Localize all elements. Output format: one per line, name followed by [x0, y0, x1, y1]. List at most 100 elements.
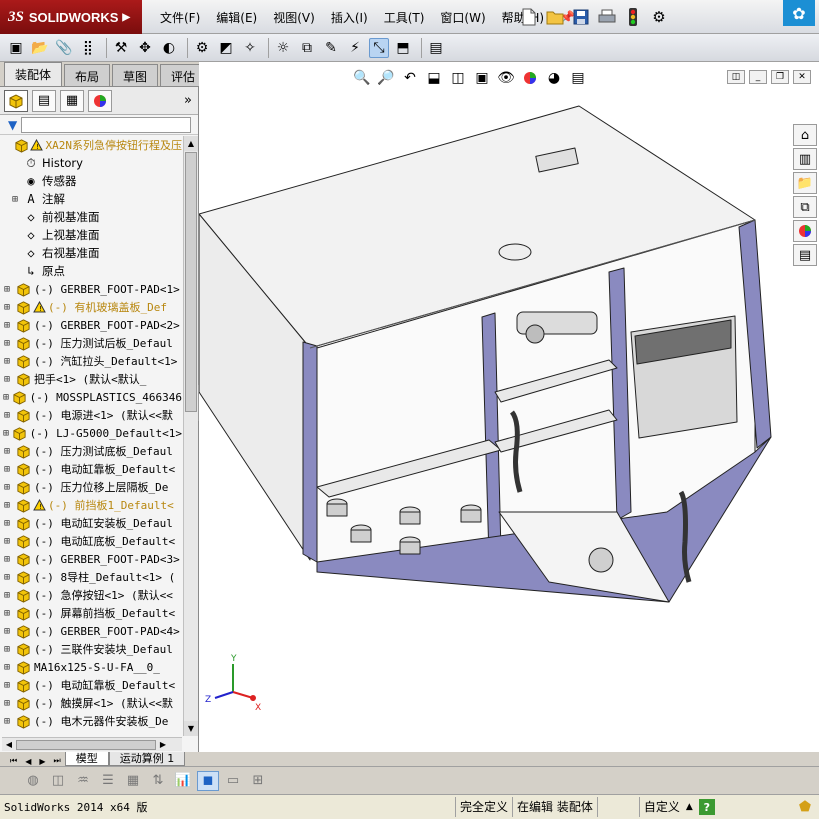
tree-item-component[interactable]: ⊞ (-) 电动缸底板_Default< — [0, 532, 182, 550]
assembly-model[interactable] — [199, 92, 789, 652]
scroll-right-arrow-icon[interactable]: ▶ — [156, 740, 170, 749]
update-speedpak-icon[interactable]: ⬒ — [393, 38, 413, 58]
display-style-icon[interactable]: ▣ — [471, 68, 493, 88]
expand-node-icon[interactable]: ⊞ — [0, 536, 14, 547]
grid-icon[interactable]: ▦ — [122, 771, 144, 791]
take-snapshot-icon[interactable]: ▤ — [426, 38, 446, 58]
cloud-app-icon[interactable]: ✿ — [783, 0, 815, 26]
expand-node-icon[interactable]: ⊞ — [0, 626, 14, 637]
interference-check-icon[interactable]: ⚡ — [345, 38, 365, 58]
hide-show-items-icon[interactable]: 👁 — [495, 68, 517, 88]
split-horizontal-icon[interactable]: ▭ — [222, 771, 244, 791]
expand-node-icon[interactable]: ⊞ — [0, 338, 14, 349]
scroll-thumb[interactable] — [185, 152, 197, 412]
custom-properties-icon[interactable]: ▤ — [793, 244, 817, 266]
apply-scene-icon[interactable]: ◕ — [543, 68, 565, 88]
tab-assembly[interactable]: 装配体 — [4, 62, 63, 86]
expand-node-icon[interactable]: ⊞ — [0, 662, 14, 673]
tab-nav-prev-icon[interactable]: ◀ — [21, 757, 35, 766]
sketch-relations-icon[interactable]: ⇅ — [147, 771, 169, 791]
status-units[interactable]: 自定义 — [638, 797, 684, 817]
expand-node-icon[interactable]: ⊞ — [0, 590, 14, 601]
tree-item-component[interactable]: ⊞ (-) 电动缸靠板_Default< — [0, 460, 182, 478]
expand-node-icon[interactable]: ⊞ — [0, 500, 14, 511]
tab-sketch[interactable]: 草图 — [112, 64, 159, 86]
options-gear-icon[interactable]: ⚙ — [648, 6, 670, 28]
tab-model[interactable]: 模型 — [64, 752, 109, 766]
expand-node-icon[interactable]: ⊞ — [0, 410, 14, 421]
show-hidden-icon[interactable]: ◐ — [159, 38, 179, 58]
expand-node-icon[interactable]: ⊞ — [0, 374, 14, 385]
tree-item-plane[interactable]: ◇ 右视基准面 — [0, 244, 182, 262]
open-folder-icon[interactable] — [544, 6, 566, 28]
tree-item-sensor[interactable]: ◉ 传感器 — [0, 172, 182, 190]
previous-view-icon[interactable]: ↶ — [399, 68, 421, 88]
tree-item-annotation[interactable]: ⊞ A 注解 — [0, 190, 182, 208]
tab-nav-next-icon[interactable]: ▶ — [35, 757, 49, 766]
zoom-to-area-icon[interactable]: 🔎 — [375, 68, 397, 88]
expand-node-icon[interactable]: ⊞ — [0, 608, 14, 619]
tab-motion-study-1[interactable]: 运动算例 1 — [108, 752, 186, 766]
rebuild-traffic-light-icon[interactable] — [622, 6, 644, 28]
split-quad-icon[interactable]: ⊞ — [247, 771, 269, 791]
exploded-view-icon[interactable]: ⧉ — [297, 38, 317, 58]
draft-quality-icon[interactable]: ♒ — [72, 771, 94, 791]
explode-line-sketch-icon[interactable]: ✎ — [321, 38, 341, 58]
tree-filter-input[interactable] — [21, 116, 192, 133]
scroll-up-arrow-icon[interactable]: ▲ — [184, 136, 198, 151]
view-settings-icon[interactable]: ▤ — [567, 68, 589, 88]
tree-item-component[interactable]: ⊞ (-) 汽缸拉头_Default<1> — [0, 352, 182, 370]
view-palette-icon[interactable]: ⧉ — [793, 196, 817, 218]
tree-item-component[interactable]: ⊞ (-) GERBER_FOOT-PAD<3> — [0, 550, 182, 568]
tree-item-component[interactable]: ⊞ (-) 压力位移上层隔板_De — [0, 478, 182, 496]
chart-icon[interactable]: 📊 — [172, 771, 194, 791]
tree-item-component[interactable]: ⊞ (-) 触摸屏<1> (默认<<默 — [0, 694, 182, 712]
edit-appearance-icon[interactable] — [519, 68, 541, 88]
tab-nav-first-icon[interactable]: ⏮ — [6, 756, 21, 766]
print-icon[interactable] — [596, 6, 618, 28]
tile-horizontal-icon[interactable]: ◫ — [727, 70, 745, 84]
tree-item-component[interactable]: ⊞ (-) 电动缸安装板_Defaul — [0, 514, 182, 532]
scroll-down-arrow-icon[interactable]: ▼ — [184, 721, 198, 736]
tree-item-component[interactable]: ⊞ (-) 急停按钮<1> (默认<< — [0, 586, 182, 604]
expand-node-icon[interactable]: ⊞ — [0, 482, 14, 493]
expand-node-icon[interactable]: ⊞ — [0, 518, 14, 529]
expand-node-icon[interactable]: ⊞ — [0, 554, 14, 565]
new-document-icon[interactable] — [518, 6, 540, 28]
tree-item-plane[interactable]: ◇ 前视基准面 — [0, 208, 182, 226]
view-orientation-icon[interactable]: ◫ — [447, 68, 469, 88]
tree-item-component[interactable]: ⊞ (-) 电木元器件安装板_De — [0, 712, 182, 730]
minimize-icon[interactable]: _ — [749, 70, 767, 84]
tree-item-component[interactable]: ⊞ (-) 屏幕前挡板_Default< — [0, 604, 182, 622]
tab-nav-last-icon[interactable]: ⏭ — [50, 756, 65, 766]
tree-item-component[interactable]: ⊞ (-) 电源进<1> (默认<<默 — [0, 406, 182, 424]
expand-node-icon[interactable]: ⊞ — [0, 446, 14, 457]
tree-vertical-scrollbar[interactable]: ▲ ▼ — [183, 136, 198, 736]
bill-of-materials-icon[interactable]: ☼ — [273, 38, 293, 58]
expand-panel-icon[interactable]: » — [184, 93, 192, 108]
hidden-lines-icon[interactable]: ◫ — [47, 771, 69, 791]
tree-item-history[interactable]: ⏱ History — [0, 154, 182, 172]
expand-node-icon[interactable]: ⊞ — [0, 572, 14, 583]
expand-node-icon[interactable]: ⊞ — [0, 284, 14, 295]
expand-node-icon[interactable]: ⊞ — [0, 428, 12, 439]
close-icon[interactable]: ✕ — [793, 70, 811, 84]
tree-item-component[interactable]: ⊞! (-) 有机玻璃盖板_Def — [0, 298, 182, 316]
tree-item-component[interactable]: ⊞ (-) GERBER_FOOT-PAD<4> — [0, 622, 182, 640]
menu-file[interactable]: 文件(F) — [152, 9, 208, 26]
tree-item-component[interactable]: ⊞ (-) LJ-G5000_Default<1> — [0, 424, 182, 442]
zoom-to-fit-icon[interactable]: 🔍 — [351, 68, 373, 88]
tree-item-component[interactable]: ⊞ MA16x125-S-U-FA__0_ — [0, 658, 182, 676]
menu-tools[interactable]: 工具(T) — [376, 9, 433, 26]
tree-item-component[interactable]: ⊞ (-) GERBER_FOOT-PAD<1> — [0, 280, 182, 298]
graphics-viewport[interactable]: 🔍 🔎 ↶ ⬓ ◫ ▣ 👁 ◕ ▤ ◫ _ ❐ ✕ ⌂ ▥ 📁 ⧉ ▤ Y X … — [199, 62, 819, 752]
display-manager-tab-icon[interactable] — [88, 89, 112, 112]
tree-root-assembly[interactable]: ! XA2N系列急停按钮行程及压 — [0, 136, 182, 154]
expand-node-icon[interactable]: ⊞ — [8, 194, 22, 205]
tree-item-component[interactable]: ⊞ (-) MOSSPLASTICS_466346 — [0, 388, 182, 406]
expand-node-icon[interactable]: ⊞ — [0, 302, 14, 313]
property-manager-tab-icon[interactable]: ▤ — [32, 89, 56, 112]
reference-geometry-icon[interactable]: ◩ — [216, 38, 236, 58]
insert-component-icon[interactable]: ▣ — [6, 38, 26, 58]
section-view-icon[interactable]: ⬓ — [423, 68, 445, 88]
